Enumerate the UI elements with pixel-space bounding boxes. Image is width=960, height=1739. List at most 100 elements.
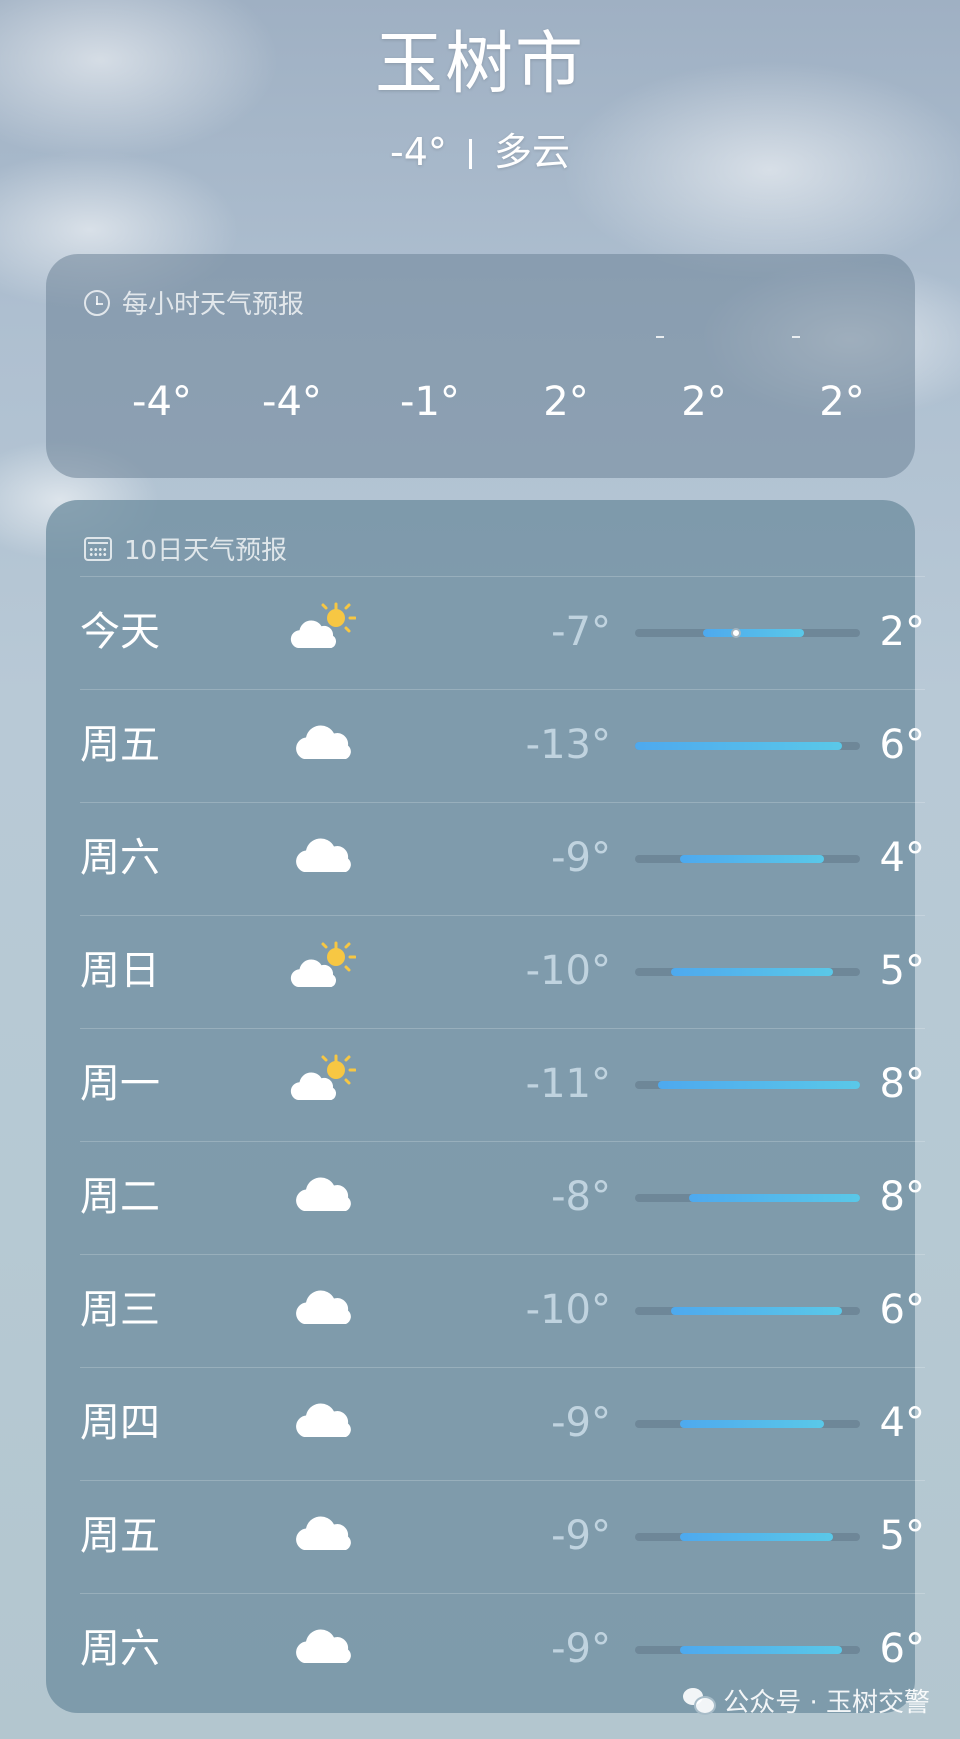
day-row[interactable]: 周二 -8° 8° — [80, 1141, 925, 1254]
temperature-range-fill — [635, 742, 842, 750]
row-divider — [80, 1254, 925, 1255]
day-row[interactable]: 周三 -10° 6° — [80, 1254, 925, 1367]
high-temp: 6° — [879, 722, 925, 768]
temperature-range-fill — [702, 629, 804, 637]
high-temp: 2° — [879, 609, 925, 655]
day-name: 今天 — [80, 609, 160, 655]
hour-temp: -4° — [262, 379, 322, 425]
hour-item: 2° — [634, 374, 774, 430]
low-temp: -8° — [551, 1174, 611, 1220]
temperature-range-bar — [635, 1081, 860, 1089]
hourly-temps[interactable]: -4° -4° -1° 2° 2° 2° — [46, 374, 915, 454]
day-name: 周五 — [80, 1513, 160, 1559]
day-row[interactable]: 周六 -9° 4° — [80, 802, 925, 915]
hourly-forecast-title: 每小时天气预报 — [84, 284, 304, 321]
temperature-range-bar — [635, 1194, 860, 1202]
hourly-forecast-card[interactable]: 每小时天气预报 -4° -4° -1° 2° 2° 2° — [46, 254, 915, 478]
temperature-range-bar — [635, 1307, 860, 1315]
row-divider — [80, 1028, 925, 1029]
day-name: 周三 — [80, 1287, 160, 1333]
temperature-range-fill — [680, 1533, 833, 1541]
temperature-range-fill — [680, 1420, 824, 1428]
temperature-range-bar — [635, 1646, 860, 1654]
partly-cloudy-sun-icon — [290, 600, 357, 656]
low-temp: -9° — [551, 1400, 611, 1446]
row-divider — [80, 1593, 925, 1594]
high-temp: 4° — [879, 1400, 925, 1446]
low-temp: -11° — [525, 1061, 611, 1107]
cloud-icon — [290, 1391, 356, 1447]
current-temperature: -4° — [390, 130, 447, 174]
low-temp: -13° — [525, 722, 611, 768]
row-divider — [80, 915, 925, 916]
high-temp: 5° — [879, 948, 925, 994]
temperature-range-fill — [680, 855, 824, 863]
high-temp: 8° — [879, 1061, 925, 1107]
low-temp: -10° — [525, 948, 611, 994]
day-row[interactable]: 周四 -9° 4° — [80, 1367, 925, 1480]
day-name: 周二 — [80, 1174, 160, 1220]
low-temp: -7° — [551, 609, 611, 655]
precip-dash — [792, 336, 800, 338]
ten-day-forecast-label: 10日天气预报 — [124, 536, 288, 566]
temperature-range-bar — [635, 968, 860, 976]
high-temp: 5° — [879, 1513, 925, 1559]
day-name: 周四 — [80, 1400, 160, 1446]
row-divider — [80, 1141, 925, 1142]
partly-cloudy-sun-icon — [290, 1052, 357, 1108]
temperature-range-fill — [680, 1646, 842, 1654]
hourly-forecast-label: 每小时天气预报 — [122, 290, 305, 320]
high-temp: 6° — [879, 1626, 925, 1672]
day-name: 周六 — [80, 835, 160, 881]
day-row[interactable]: 今天 -7° 2° — [80, 576, 925, 689]
hour-item: -4° — [92, 374, 232, 430]
calendar-icon — [84, 536, 112, 561]
cloud-icon — [290, 1165, 356, 1221]
cloud-icon — [290, 826, 356, 882]
temperature-range-bar — [635, 855, 860, 863]
low-temp: -10° — [525, 1287, 611, 1333]
hour-item: 2° — [496, 374, 636, 430]
hour-item: -4° — [222, 374, 362, 430]
cloud-icon — [290, 1278, 356, 1334]
high-temp: 6° — [879, 1287, 925, 1333]
temperature-range-bar — [635, 1420, 860, 1428]
high-temp: 4° — [879, 835, 925, 881]
high-temp: 8° — [879, 1174, 925, 1220]
day-name: 周五 — [80, 722, 160, 768]
hour-temp: -1° — [400, 379, 460, 425]
day-row[interactable]: 周五 -13° 6° — [80, 689, 925, 802]
clock-icon — [84, 289, 110, 316]
low-temp: -9° — [551, 1626, 611, 1672]
hour-temp: 2° — [819, 379, 865, 425]
city-name: 玉树市 — [374, 25, 585, 104]
row-divider — [80, 802, 925, 803]
hour-temp: -4° — [132, 379, 192, 425]
temperature-range-fill — [671, 968, 833, 976]
day-row[interactable]: 周日 -10° 5° — [80, 915, 925, 1028]
current-conditions: -4° 多云 — [0, 122, 960, 182]
partly-cloudy-sun-icon — [290, 939, 357, 995]
day-name: 周日 — [80, 948, 160, 994]
low-temp: -9° — [551, 835, 611, 881]
watermark-text: 公众号 · 玉树交警 — [723, 1688, 930, 1718]
low-temp: -9° — [551, 1513, 611, 1559]
ten-day-forecast-title: 10日天气预报 — [84, 530, 287, 567]
temperature-range-bar — [635, 742, 860, 750]
current-condition: 多云 — [493, 130, 570, 174]
wechat-icon — [683, 1687, 717, 1715]
temperature-range-bar — [635, 1533, 860, 1541]
temperature-range-fill — [671, 1307, 842, 1315]
day-row[interactable]: 周一 -11° 8° — [80, 1028, 925, 1141]
row-divider — [80, 576, 925, 577]
day-name: 周六 — [80, 1626, 160, 1672]
hour-item: -1° — [360, 374, 500, 430]
temperature-range-fill — [689, 1194, 860, 1202]
day-name: 周一 — [80, 1061, 160, 1107]
cloud-icon — [290, 713, 356, 769]
ten-day-forecast-card[interactable]: 10日天气预报 今天 -7° 2° 周五 -13° 6° 周六 -9° 4° 周日 -10° 5° 周一… — [46, 500, 925, 1713]
cloud-icon — [290, 1617, 356, 1673]
day-row[interactable]: 周五 -9° 5° — [80, 1480, 925, 1593]
row-divider — [80, 689, 925, 690]
hour-item: 2° — [772, 374, 912, 430]
